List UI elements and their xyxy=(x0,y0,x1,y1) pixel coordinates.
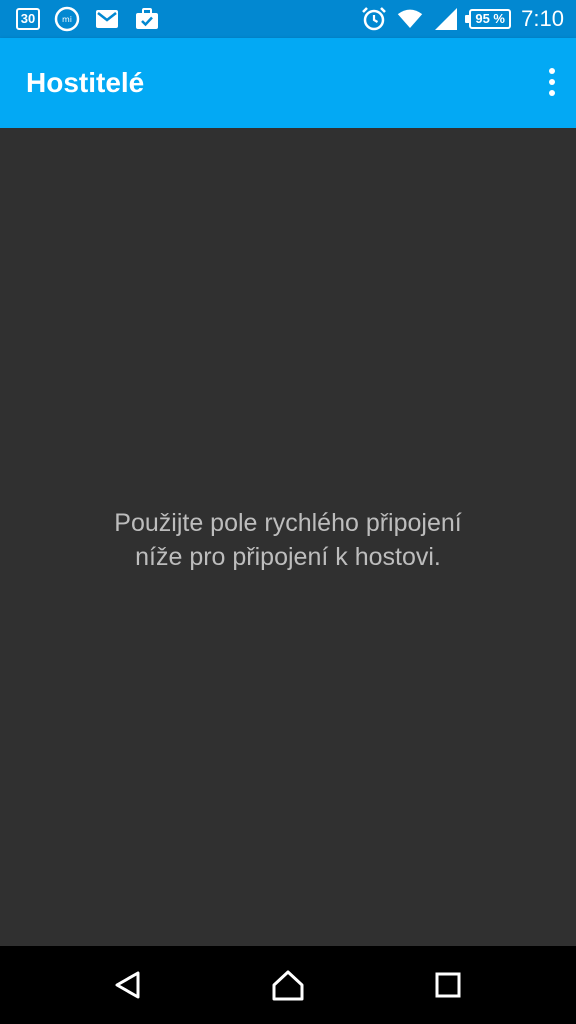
back-button[interactable] xyxy=(108,965,148,1005)
system-icons: 95 % 7:10 xyxy=(361,5,564,33)
cell-signal-icon xyxy=(433,7,459,31)
page-title: Hostitelé xyxy=(26,67,145,98)
overflow-dot xyxy=(549,79,555,85)
hosts-list-area: Použijte pole rychlého připojení níže pr… xyxy=(0,128,576,1024)
mi-fit-icon: mi xyxy=(54,6,80,32)
notification-icons: 30 mi xyxy=(16,6,160,32)
battery-level: 95 % xyxy=(475,11,505,26)
overflow-dot xyxy=(549,68,555,74)
overflow-menu-icon[interactable] xyxy=(546,64,558,100)
back-icon xyxy=(115,971,140,999)
app-bar: Hostitelé xyxy=(0,38,576,128)
home-button[interactable] xyxy=(268,965,308,1005)
empty-state-message: Použijte pole rychlého připojení níže pr… xyxy=(114,509,462,571)
recents-button[interactable] xyxy=(428,965,468,1005)
calendar-icon: 30 xyxy=(16,8,40,30)
alarm-icon xyxy=(361,7,387,31)
home-icon xyxy=(272,970,304,1001)
briefcase-check-icon xyxy=(134,7,160,31)
overflow-dot xyxy=(549,90,555,96)
svg-text:mi: mi xyxy=(62,15,72,24)
gmail-icon xyxy=(94,7,120,31)
status-bar: 30 mi 95 % 7:10 xyxy=(0,0,576,38)
battery-icon: 95 % xyxy=(465,9,512,29)
wifi-icon xyxy=(397,7,423,31)
recents-icon xyxy=(435,972,461,998)
calendar-day: 30 xyxy=(20,11,36,26)
screen: 30 mi 95 % 7:10 Hostitelé Použijte pole … xyxy=(0,0,576,1024)
navigation-bar xyxy=(0,946,576,1024)
status-clock: 7:10 xyxy=(521,6,564,31)
